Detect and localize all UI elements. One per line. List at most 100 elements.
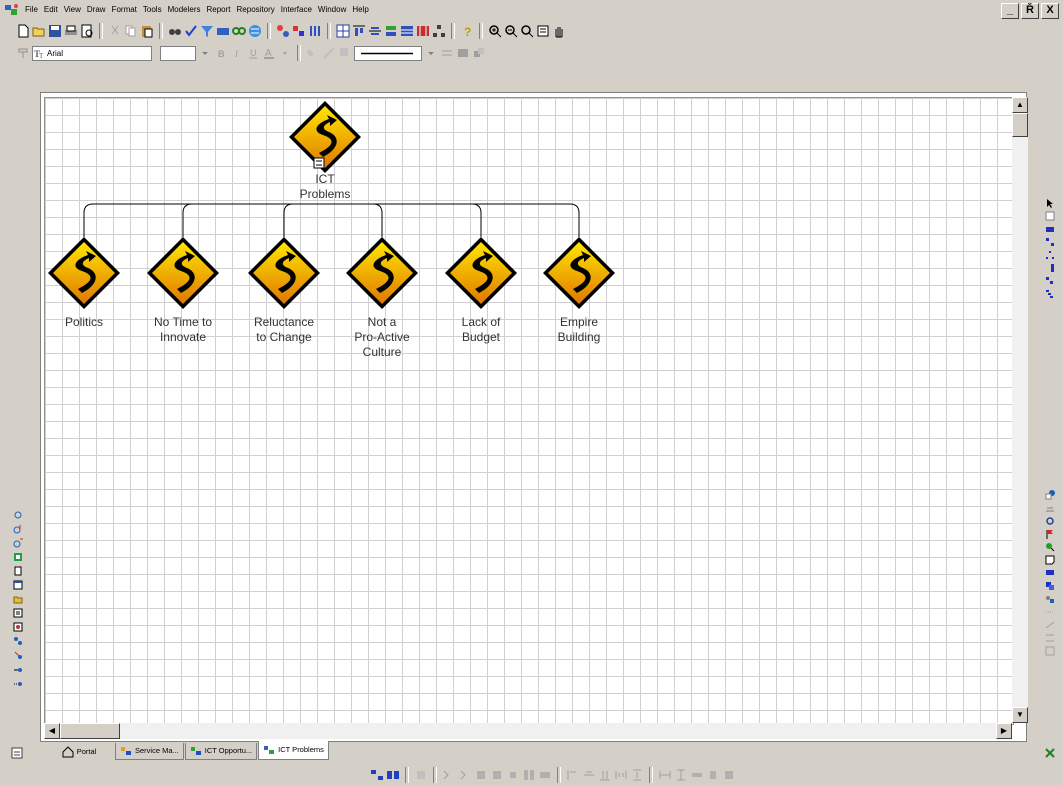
- properties-icon[interactable]: [10, 746, 24, 760]
- vertical-scroll-thumb[interactable]: [1012, 113, 1028, 137]
- menu-draw[interactable]: Draw: [84, 0, 109, 20]
- zoom-fit-icon[interactable]: [520, 24, 534, 38]
- table-icon[interactable]: [400, 24, 414, 38]
- hierarchy-icon[interactable]: [432, 24, 446, 38]
- menu-view[interactable]: View: [61, 0, 84, 20]
- left-link-icon[interactable]: [13, 664, 23, 674]
- shadow-icon[interactable]: [338, 46, 352, 60]
- copy-icon[interactable]: [124, 24, 138, 38]
- print-preview-icon[interactable]: [80, 24, 94, 38]
- tree-layout-icon[interactable]: [1045, 250, 1055, 260]
- font-name-field[interactable]: TT Arial: [32, 45, 152, 61]
- scroll-right-button[interactable]: ▶: [996, 723, 1012, 739]
- child-sign-icon[interactable]: [48, 237, 120, 309]
- close-palette-icon[interactable]: [1044, 747, 1056, 759]
- node-label-not-a-pro-active-culture[interactable]: Not a Pro-Active Culture: [337, 315, 427, 360]
- arrange-icon[interactable]: [472, 46, 486, 60]
- report-icon[interactable]: [13, 622, 23, 632]
- grid-icon[interactable]: [336, 24, 350, 38]
- fill-color-icon[interactable]: [306, 46, 320, 60]
- font-color-icon[interactable]: A: [262, 46, 276, 60]
- callout-icon[interactable]: [1045, 568, 1055, 578]
- save-icon[interactable]: [48, 24, 62, 38]
- document-icon[interactable]: [13, 566, 23, 576]
- node-label-empire-building[interactable]: Empire Building: [534, 315, 624, 345]
- child-sign-icon[interactable]: [445, 237, 517, 309]
- gear-icon[interactable]: [1045, 516, 1055, 526]
- globe-icon[interactable]: [248, 24, 262, 38]
- spell-check-icon[interactable]: [184, 24, 198, 38]
- distribute-icon[interactable]: [416, 24, 430, 38]
- cut-icon[interactable]: [108, 24, 122, 38]
- link-lines-icon[interactable]: [1045, 620, 1055, 630]
- zoom-out-icon[interactable]: [504, 24, 518, 38]
- menu-tools[interactable]: Tools: [140, 0, 165, 20]
- close-button[interactable]: X: [1041, 3, 1059, 19]
- open-icon[interactable]: [32, 24, 46, 38]
- boundary-shape-icon[interactable]: [13, 552, 23, 562]
- format-painter-icon[interactable]: [16, 46, 30, 60]
- menu-repository[interactable]: Repository: [234, 0, 278, 20]
- dropdown-arrow-icon[interactable]: [278, 46, 292, 60]
- font-size-field[interactable]: [160, 45, 196, 61]
- menu-file[interactable]: File: [22, 0, 41, 20]
- tab-ict-opportunities[interactable]: ICT Opportu...: [184, 743, 258, 760]
- model-icon[interactable]: [276, 24, 290, 38]
- line-style-field[interactable]: [354, 45, 422, 61]
- root-sign-icon[interactable]: [289, 101, 361, 173]
- filter-icon[interactable]: [200, 24, 214, 38]
- relation-icon[interactable]: [13, 636, 23, 646]
- menu-modelers[interactable]: Modelers: [165, 0, 204, 20]
- scroll-down-button[interactable]: ▼: [1012, 707, 1028, 723]
- search-icon[interactable]: [1045, 542, 1055, 552]
- block-layout-icon[interactable]: [386, 768, 400, 782]
- root-node-label[interactable]: ICT Problems: [280, 172, 370, 202]
- italic-icon[interactable]: I: [230, 46, 244, 60]
- menu-report[interactable]: Report: [204, 0, 234, 20]
- rectangle-icon[interactable]: [1045, 211, 1055, 221]
- new-icon[interactable]: [16, 24, 30, 38]
- minimize-button[interactable]: _: [1001, 3, 1019, 19]
- window-icon[interactable]: [13, 580, 23, 590]
- dash-link-icon[interactable]: [13, 678, 23, 688]
- menu-window[interactable]: Window: [315, 0, 349, 20]
- zoom-in-icon[interactable]: [488, 24, 502, 38]
- menu-format[interactable]: Format: [109, 0, 140, 20]
- shapes-icon[interactable]: [1045, 594, 1055, 604]
- note-icon[interactable]: [1045, 555, 1055, 565]
- right-layout-icon[interactable]: [1045, 276, 1055, 286]
- vertical-scrollbar[interactable]: ▲ ▼: [1012, 97, 1028, 723]
- dropdown-arrow-icon[interactable]: [198, 46, 212, 60]
- columns-icon[interactable]: [308, 24, 322, 38]
- connector-icon[interactable]: [1045, 607, 1055, 617]
- flow-icon[interactable]: [13, 650, 23, 660]
- node-label-politics[interactable]: Politics: [39, 315, 129, 330]
- globe-icon[interactable]: [1045, 490, 1055, 500]
- scroll-up-button[interactable]: ▲: [1012, 97, 1028, 113]
- child-sign-icon[interactable]: [543, 237, 615, 309]
- align-top-icon[interactable]: [352, 24, 366, 38]
- horizontal-scrollbar[interactable]: ◀ ▶: [44, 723, 1012, 739]
- help-icon[interactable]: ?: [460, 24, 474, 38]
- relationship-icon[interactable]: [1045, 633, 1055, 643]
- border-icon[interactable]: [456, 46, 470, 60]
- restore-button[interactable]: Ř: [1021, 3, 1039, 19]
- flag-icon[interactable]: [1045, 529, 1055, 539]
- menu-interface[interactable]: Interface: [278, 0, 315, 20]
- paste-icon[interactable]: [140, 24, 154, 38]
- link-icon[interactable]: [232, 24, 246, 38]
- scroll-left-button[interactable]: ◀: [44, 723, 60, 739]
- layout-icon[interactable]: [384, 24, 398, 38]
- comment-icon[interactable]: [1045, 581, 1055, 591]
- add-sibling-icon[interactable]: [1045, 237, 1055, 247]
- tab-ict-problems[interactable]: ICT Problems: [258, 741, 329, 760]
- abc-icon[interactable]: [216, 24, 230, 38]
- add-child-icon[interactable]: [1045, 224, 1055, 234]
- node-label-lack-of-budget[interactable]: Lack of Budget: [436, 315, 526, 345]
- line-ends-icon[interactable]: [440, 46, 454, 60]
- dropdown-arrow-icon[interactable]: [424, 46, 438, 60]
- underline-icon[interactable]: U: [246, 46, 260, 60]
- bold-icon[interactable]: B: [214, 46, 228, 60]
- form-icon[interactable]: [13, 608, 23, 618]
- tab-service-model[interactable]: Service Ma...: [115, 743, 184, 760]
